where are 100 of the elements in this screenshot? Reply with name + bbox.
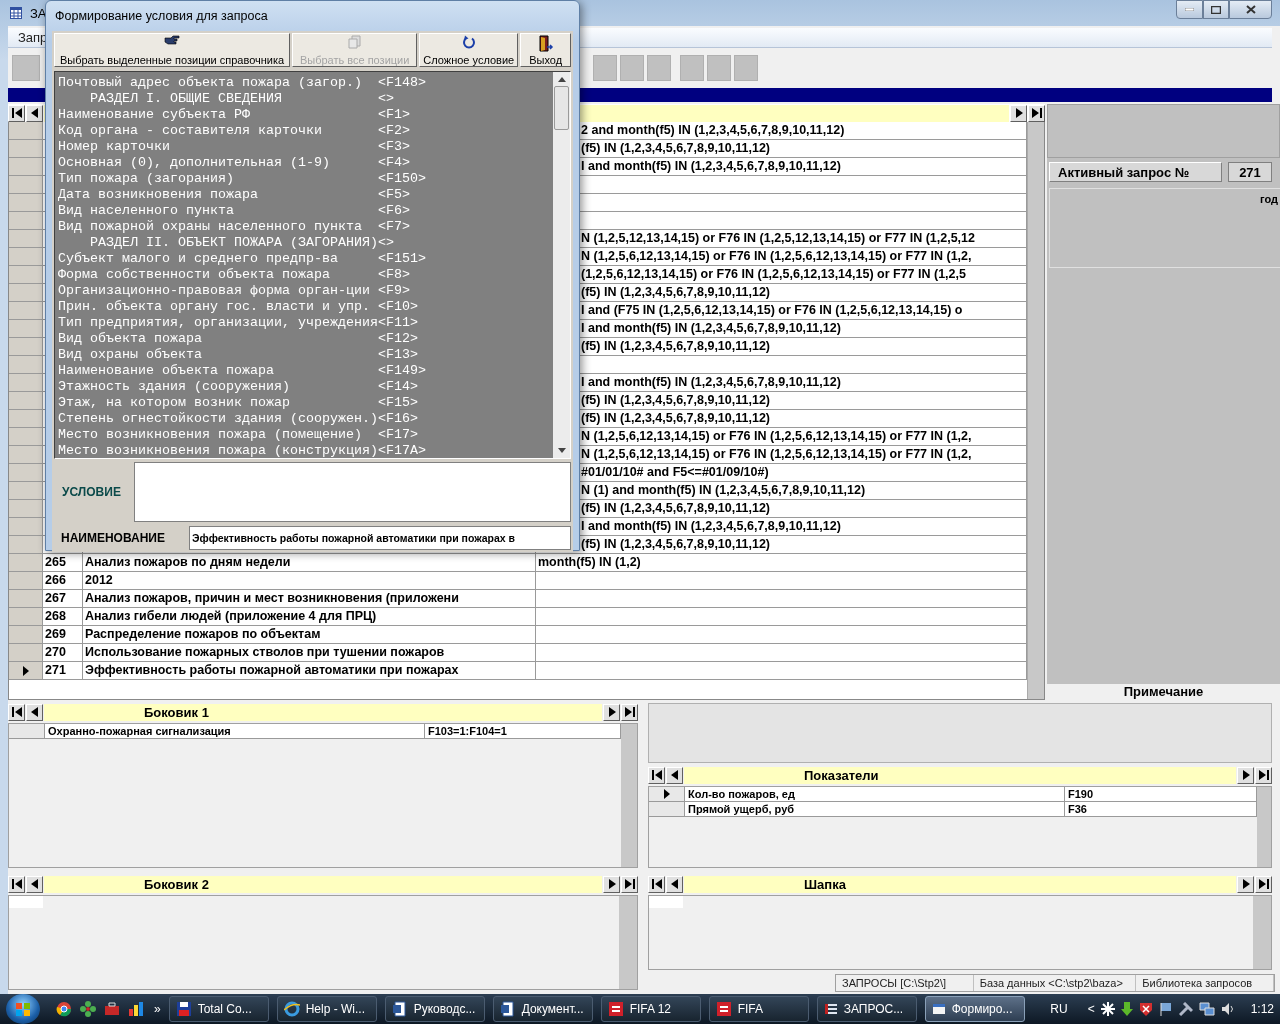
app-icon bbox=[823, 1002, 838, 1016]
tools-icon[interactable] bbox=[1178, 1002, 1193, 1016]
status-text: ЗАПРОСЫ [C:\Stp2\] bbox=[836, 975, 974, 991]
table-cell: 269 bbox=[43, 626, 83, 644]
list-item[interactable]: Наименование субъекта РФ <F1> bbox=[58, 107, 553, 123]
tray-expand-button[interactable]: < bbox=[1087, 1002, 1095, 1016]
skip-forward-icon bbox=[624, 707, 635, 717]
more-button[interactable]: » bbox=[154, 1002, 161, 1016]
taskbar-button[interactable]: Total Co... bbox=[168, 996, 269, 1022]
taskbar-button[interactable]: ЗАПРОС... bbox=[816, 996, 917, 1022]
scrollbar[interactable] bbox=[621, 724, 637, 867]
chart-icon[interactable] bbox=[128, 1001, 144, 1017]
minimize-icon bbox=[1185, 8, 1194, 11]
game-icon bbox=[715, 1001, 732, 1017]
toolbox-icon[interactable] bbox=[104, 1002, 120, 1016]
toolbar-button[interactable]: Выход bbox=[520, 33, 571, 67]
documents-icon bbox=[347, 35, 362, 49]
scrollbar[interactable] bbox=[1257, 787, 1271, 867]
language-indicator[interactable]: RU bbox=[1050, 1002, 1068, 1016]
exit-door-icon bbox=[537, 35, 554, 53]
volume-icon[interactable] bbox=[1220, 1002, 1235, 1016]
maximize-button[interactable] bbox=[1203, 0, 1229, 19]
last-record-button[interactable] bbox=[1255, 766, 1272, 784]
list-item[interactable]: Вид населенного пункта <F6> bbox=[58, 203, 553, 219]
active-query-number: 271 bbox=[1228, 162, 1272, 182]
flag-icon[interactable] bbox=[1158, 1002, 1173, 1016]
list-item[interactable]: Дата возникновения пожара <F5> bbox=[58, 187, 553, 203]
first-record-button[interactable] bbox=[648, 766, 665, 784]
snowflake-icon[interactable] bbox=[1100, 1002, 1115, 1016]
first-record-button[interactable] bbox=[8, 875, 25, 893]
toolbar-button[interactable]: Сложное условие bbox=[419, 33, 519, 67]
name-field[interactable]: Эффективность работы пожарной автоматики при пожарах в bbox=[189, 526, 571, 550]
first-record-button[interactable] bbox=[648, 875, 665, 893]
close-button[interactable] bbox=[1229, 0, 1272, 19]
current-row-icon bbox=[22, 665, 29, 676]
next-record-button[interactable] bbox=[603, 875, 620, 893]
note-label: Примечание bbox=[1047, 684, 1280, 700]
list-item[interactable]: Почтовый адрес объекта пожара (загор.) <F148> bbox=[58, 75, 553, 91]
previous-record-button[interactable] bbox=[26, 875, 43, 893]
scrollbar[interactable] bbox=[553, 72, 570, 458]
network-icon[interactable] bbox=[1198, 1002, 1215, 1016]
table-cell: 2012 bbox=[83, 572, 536, 590]
last-record-button[interactable] bbox=[621, 703, 638, 721]
shield-icon[interactable] bbox=[1138, 1002, 1153, 1016]
last-record-button[interactable] bbox=[621, 875, 638, 893]
browser-icon[interactable] bbox=[56, 1001, 72, 1017]
toolbar-button[interactable]: Выбрать выделенные позиции справочника bbox=[54, 33, 291, 67]
windows-flag-icon bbox=[15, 1001, 31, 1017]
flower-icon[interactable] bbox=[80, 1001, 96, 1017]
skip-back-icon bbox=[651, 879, 662, 889]
left-triangle-icon bbox=[30, 707, 39, 717]
next-record-button[interactable] bbox=[1237, 766, 1254, 784]
floppy-icon bbox=[175, 1001, 192, 1017]
scrollbar[interactable] bbox=[619, 896, 637, 989]
last-record-button[interactable] bbox=[1028, 104, 1045, 122]
panel-title: Показатели bbox=[684, 766, 1236, 784]
section-heading[interactable]: РАЗДЕЛ I. ОБЩИЕ СВЕДЕНИЯ <> bbox=[58, 91, 553, 107]
taskbar-button[interactable]: FIFA 12 bbox=[600, 996, 701, 1022]
scrollbar-thumb[interactable] bbox=[554, 86, 569, 130]
first-record-button[interactable] bbox=[8, 104, 25, 122]
scrollbar[interactable] bbox=[1253, 896, 1271, 969]
current-row-icon bbox=[663, 789, 670, 799]
start-button[interactable] bbox=[6, 994, 40, 1024]
last-record-button[interactable] bbox=[1255, 875, 1272, 893]
previous-record-button[interactable] bbox=[666, 875, 683, 893]
taskbar-button[interactable]: FIFA bbox=[708, 996, 809, 1022]
next-record-button[interactable] bbox=[1237, 875, 1254, 893]
window-icon bbox=[931, 1002, 946, 1016]
skip-forward-icon bbox=[1258, 879, 1269, 889]
next-record-button[interactable] bbox=[1010, 104, 1027, 122]
table-cell: 266 bbox=[43, 572, 83, 590]
taskbar-button[interactable]: Документ... bbox=[492, 996, 593, 1022]
condition-label: УСЛОВИЕ bbox=[61, 484, 122, 501]
status-text: База данных <C:\stp2\baza> bbox=[973, 975, 1137, 991]
table-cell: Анализ гибели людей (приложение 4 для ПРЦ) bbox=[83, 608, 536, 626]
previous-record-button[interactable] bbox=[666, 766, 683, 784]
up-arrow-icon bbox=[557, 77, 566, 82]
taskbar-button[interactable]: Help - Wi... bbox=[276, 996, 377, 1022]
taskbar-button[interactable]: Формиро... bbox=[924, 996, 1025, 1022]
previous-record-button[interactable] bbox=[26, 703, 43, 721]
table-cell: Анализ пожаров по дням недели bbox=[83, 554, 536, 572]
table-cell: Прямой ущерб, руб bbox=[685, 802, 1065, 817]
first-record-button[interactable] bbox=[8, 703, 25, 721]
document-icon bbox=[499, 1001, 516, 1017]
skip-forward-icon bbox=[1031, 108, 1042, 118]
pointing-hand-icon bbox=[164, 35, 181, 45]
scrollbar[interactable] bbox=[1027, 122, 1044, 699]
next-record-button[interactable] bbox=[603, 703, 620, 721]
dialog-title: Формирование условия для запроса bbox=[54, 8, 269, 25]
download-arrow-icon[interactable] bbox=[1120, 1002, 1133, 1016]
table-cell: Использование пожарных стволов при тушении пожаров bbox=[83, 644, 536, 662]
table-cell: 267 bbox=[43, 590, 83, 608]
panel-title: Шапка bbox=[684, 875, 1236, 893]
maximize-icon bbox=[1211, 5, 1221, 14]
condition-field[interactable] bbox=[134, 462, 571, 522]
circular-arrow-icon bbox=[461, 35, 476, 49]
status-text: Библиотека запросов bbox=[1136, 975, 1274, 991]
previous-record-button[interactable] bbox=[26, 104, 43, 122]
table-cell: F36 bbox=[1065, 802, 1257, 817]
taskbar-button[interactable]: Руководс... bbox=[384, 996, 485, 1022]
